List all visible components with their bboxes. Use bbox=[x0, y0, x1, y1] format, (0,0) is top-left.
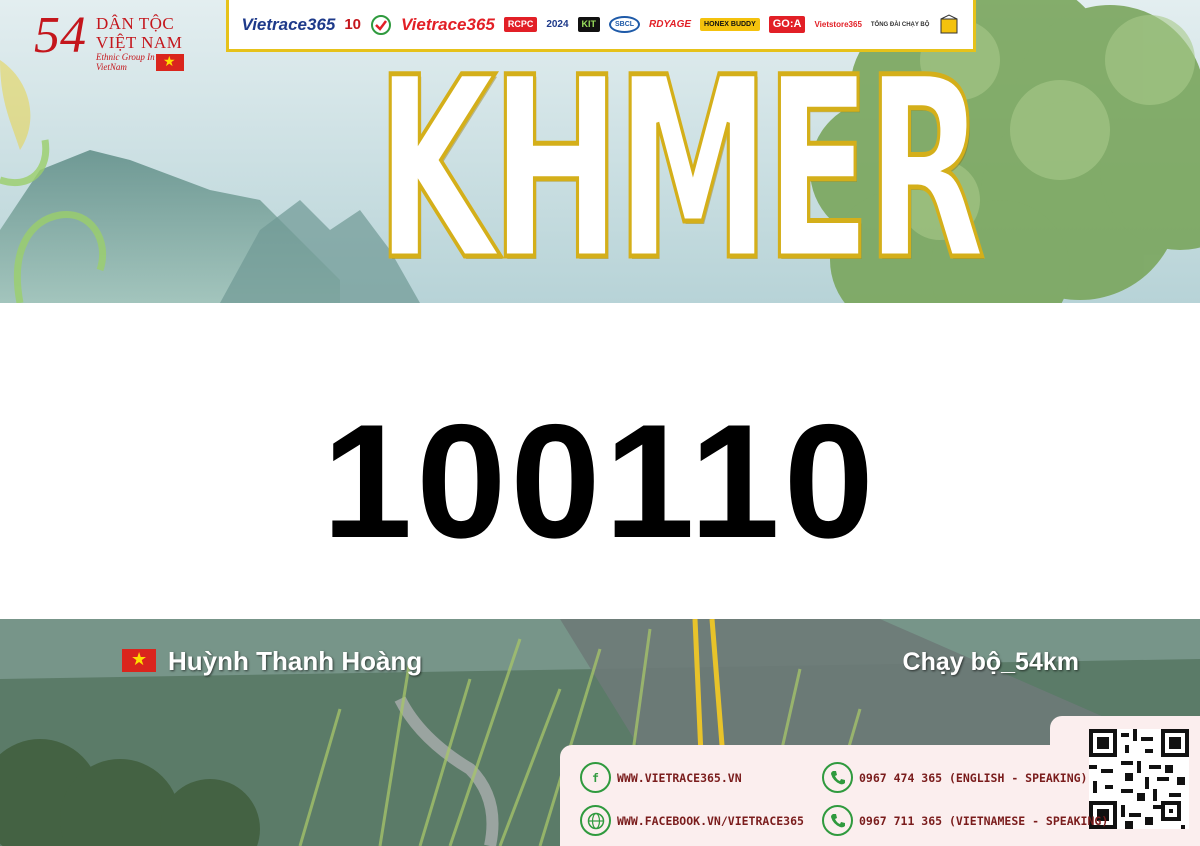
phone-icon bbox=[822, 805, 853, 836]
logo-line-1: DÂN TỘC bbox=[96, 14, 175, 33]
bib-number: 100110 bbox=[322, 391, 878, 572]
logo-number: 54 bbox=[34, 7, 86, 64]
facebook-icon: f bbox=[580, 762, 611, 793]
website-link[interactable]: f WWW.VIETRACE365.VN bbox=[580, 762, 742, 793]
globe-icon bbox=[580, 805, 611, 836]
phone-english-text: 0967 474 365 (ENGLISH - SPEAKING) bbox=[859, 770, 1088, 785]
sponsor-logo: 10 bbox=[344, 16, 362, 33]
phone-vietnamese[interactable]: 0967 711 365 (VIETNAMESE - SPEAKING) bbox=[822, 805, 1108, 836]
top-banner: 54 DÂN TỘC VIỆT NAM Ethnic Group In Viet… bbox=[0, 0, 1200, 303]
website-text: WWW.VIETRACE365.VN bbox=[617, 770, 742, 785]
facebook-link[interactable]: WWW.FACEBOOK.VN/VIETRACE365 bbox=[580, 805, 804, 836]
phone-english[interactable]: 0967 474 365 (ENGLISH - SPEAKING) bbox=[822, 762, 1087, 793]
sponsor-logo: Vietrace365 bbox=[241, 15, 336, 34]
event-title: KHMER bbox=[374, 42, 987, 297]
runner-name: Huỳnh Thanh Hoàng bbox=[168, 646, 423, 676]
facebook-text: WWW.FACEBOOK.VN/VIETRACE365 bbox=[617, 813, 804, 828]
bottom-banner: ★ Huỳnh Thanh Hoàng Chạy bộ_54km f WWW.V… bbox=[0, 619, 1200, 846]
vietnam-flag-icon: ★ bbox=[122, 649, 156, 672]
vietnam-flag-icon: ★ bbox=[156, 53, 184, 71]
ethnic-group-logo: 54 DÂN TỘC VIỆT NAM Ethnic Group In Viet… bbox=[34, 10, 204, 80]
bib-area: 100110 bbox=[0, 303, 1200, 619]
phone-vietnamese-text: 0967 711 365 (VIETNAMESE - SPEAKING) bbox=[859, 813, 1109, 828]
race-distance: Chạy bộ_54km bbox=[902, 648, 1079, 676]
phone-icon bbox=[822, 762, 853, 793]
logo-line-2: VIỆT NAM bbox=[96, 33, 183, 52]
